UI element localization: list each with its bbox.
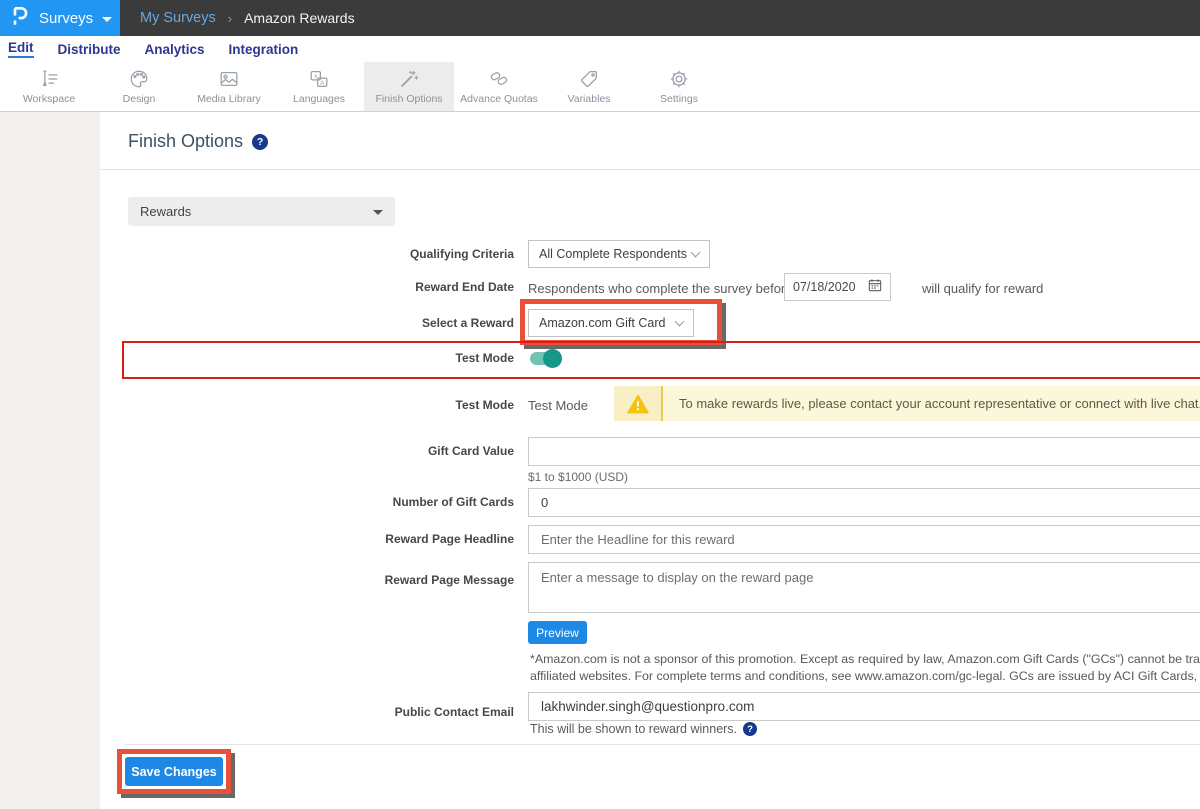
reward-page-headline-input[interactable] bbox=[528, 525, 1200, 554]
menu-item-integration[interactable]: Integration bbox=[229, 42, 299, 57]
footer-divider bbox=[125, 744, 1200, 745]
breadcrumb-separator: › bbox=[228, 11, 232, 26]
toolbar-item-settings[interactable]: Settings bbox=[634, 62, 724, 111]
amazon-disclaimer-line1: *Amazon.com is not a sponsor of this pro… bbox=[530, 652, 1200, 666]
page-title: Finish Options ? bbox=[128, 131, 268, 152]
breadcrumb-my-surveys[interactable]: My Surveys bbox=[140, 10, 216, 26]
toolbar-item-finish-options[interactable]: Finish Options bbox=[364, 62, 454, 111]
reward-end-date-input[interactable]: 07/18/2020 bbox=[784, 273, 891, 301]
gift-card-value-label: Gift Card Value bbox=[134, 444, 514, 458]
public-contact-email-helper: This will be shown to reward winners. ? bbox=[530, 722, 757, 736]
test-mode-info-value: Test Mode bbox=[528, 398, 588, 413]
rewards-dropdown-value: Rewards bbox=[140, 204, 364, 219]
chevron-down-icon bbox=[691, 247, 701, 257]
select-reward-label: Select a Reward bbox=[134, 316, 514, 330]
warning-triangle-icon bbox=[627, 394, 649, 414]
top-bar: Surveys My Surveys › Amazon Rewards bbox=[0, 0, 1200, 36]
menu-item-edit[interactable]: Edit bbox=[8, 40, 34, 58]
screen: Surveys My Surveys › Amazon Rewards Edit… bbox=[0, 0, 1200, 809]
design-icon bbox=[128, 68, 150, 90]
calendar-icon[interactable] bbox=[868, 278, 882, 297]
preview-button[interactable]: Preview bbox=[528, 621, 587, 644]
reward-end-date-suffix: will qualify for reward bbox=[922, 281, 1043, 296]
reward-end-date-value: 07/18/2020 bbox=[793, 280, 868, 294]
chevron-down-icon bbox=[373, 210, 383, 215]
test-mode-info-label: Test Mode bbox=[134, 398, 514, 412]
test-mode-toggle-label: Test Mode bbox=[134, 351, 514, 365]
toolbar-label: Languages bbox=[293, 93, 345, 105]
menu-item-distribute[interactable]: Distribute bbox=[58, 42, 121, 57]
select-reward-select[interactable]: Amazon.com Gift Card bbox=[528, 309, 694, 337]
reward-end-date-prefix: Respondents who complete the survey befo… bbox=[528, 281, 793, 296]
rewards-section-dropdown[interactable]: Rewards bbox=[128, 197, 395, 226]
toolbar-label: Finish Options bbox=[375, 93, 442, 105]
workspace-icon bbox=[38, 68, 60, 90]
gift-card-value-input[interactable] bbox=[528, 437, 1200, 466]
product-name: Surveys bbox=[39, 10, 93, 27]
surveys-product-menu[interactable]: Surveys bbox=[0, 0, 120, 36]
toolbar-label: Variables bbox=[568, 93, 611, 105]
title-divider bbox=[100, 169, 1200, 170]
chevron-down-icon bbox=[102, 17, 112, 22]
page-title-text: Finish Options bbox=[128, 131, 243, 152]
help-icon[interactable]: ? bbox=[743, 722, 757, 736]
variables-icon bbox=[578, 68, 600, 90]
number-of-gift-cards-label: Number of Gift Cards bbox=[134, 495, 514, 509]
reward-end-date-label: Reward End Date bbox=[134, 280, 514, 294]
toolbar-label: Workspace bbox=[23, 93, 75, 105]
toolbar-item-variables[interactable]: Variables bbox=[544, 62, 634, 111]
toolbar-label: Media Library bbox=[197, 93, 261, 105]
test-mode-toggle[interactable] bbox=[530, 349, 563, 368]
toolbar-label: Advance Quotas bbox=[460, 93, 538, 105]
reward-page-headline-label: Reward Page Headline bbox=[134, 532, 514, 546]
media-library-icon bbox=[218, 68, 240, 90]
public-contact-email-label: Public Contact Email bbox=[134, 705, 514, 719]
toolbar-item-design[interactable]: Design bbox=[94, 62, 184, 111]
main-menu: Edit Distribute Analytics Integration bbox=[0, 36, 1200, 62]
email-helper-text: This will be shown to reward winners. bbox=[530, 722, 737, 736]
warning-icon-cell bbox=[614, 386, 661, 421]
breadcrumb-current: Amazon Rewards bbox=[244, 10, 355, 26]
toolbar-item-workspace[interactable]: Workspace bbox=[4, 62, 94, 111]
reward-page-message-label: Reward Page Message bbox=[134, 573, 514, 587]
toolbar-item-languages[interactable]: x A Languages bbox=[274, 62, 364, 111]
save-changes-button[interactable]: Save Changes bbox=[125, 757, 223, 786]
reward-page-message-input[interactable] bbox=[528, 562, 1200, 613]
advance-quotas-icon bbox=[488, 68, 510, 90]
qualifying-criteria-label: Qualifying Criteria bbox=[134, 247, 514, 261]
toolbar-item-media-library[interactable]: Media Library bbox=[184, 62, 274, 111]
chevron-down-icon bbox=[675, 316, 685, 326]
qualifying-criteria-select[interactable]: All Complete Respondents bbox=[528, 240, 710, 268]
menu-item-analytics[interactable]: Analytics bbox=[145, 42, 205, 57]
toggle-knob bbox=[543, 349, 562, 368]
toolbar-label: Design bbox=[123, 93, 156, 105]
warning-text: To make rewards live, please contact you… bbox=[663, 386, 1200, 421]
amazon-disclaimer-line2: affiliated websites. For complete terms … bbox=[530, 669, 1200, 683]
settings-icon bbox=[668, 68, 690, 90]
gift-card-value-helper: $1 to $1000 (USD) bbox=[528, 470, 628, 484]
questionpro-logo-icon bbox=[10, 5, 30, 32]
test-mode-warning: To make rewards live, please contact you… bbox=[614, 386, 1200, 421]
qualifying-criteria-value: All Complete Respondents bbox=[539, 247, 692, 261]
svg-text:A: A bbox=[320, 80, 325, 87]
public-contact-email-input[interactable] bbox=[528, 692, 1200, 721]
breadcrumb: My Surveys › Amazon Rewards bbox=[140, 0, 355, 36]
finish-options-icon bbox=[398, 68, 420, 90]
edit-toolbar: Workspace Design Media Library bbox=[0, 62, 1200, 112]
toolbar-item-advance-quotas[interactable]: Advance Quotas bbox=[454, 62, 544, 111]
languages-icon: x A bbox=[308, 68, 330, 90]
toolbar-label: Settings bbox=[660, 93, 698, 105]
select-reward-value: Amazon.com Gift Card bbox=[539, 316, 676, 330]
help-icon[interactable]: ? bbox=[252, 134, 268, 150]
number-of-gift-cards-input[interactable] bbox=[528, 488, 1200, 517]
